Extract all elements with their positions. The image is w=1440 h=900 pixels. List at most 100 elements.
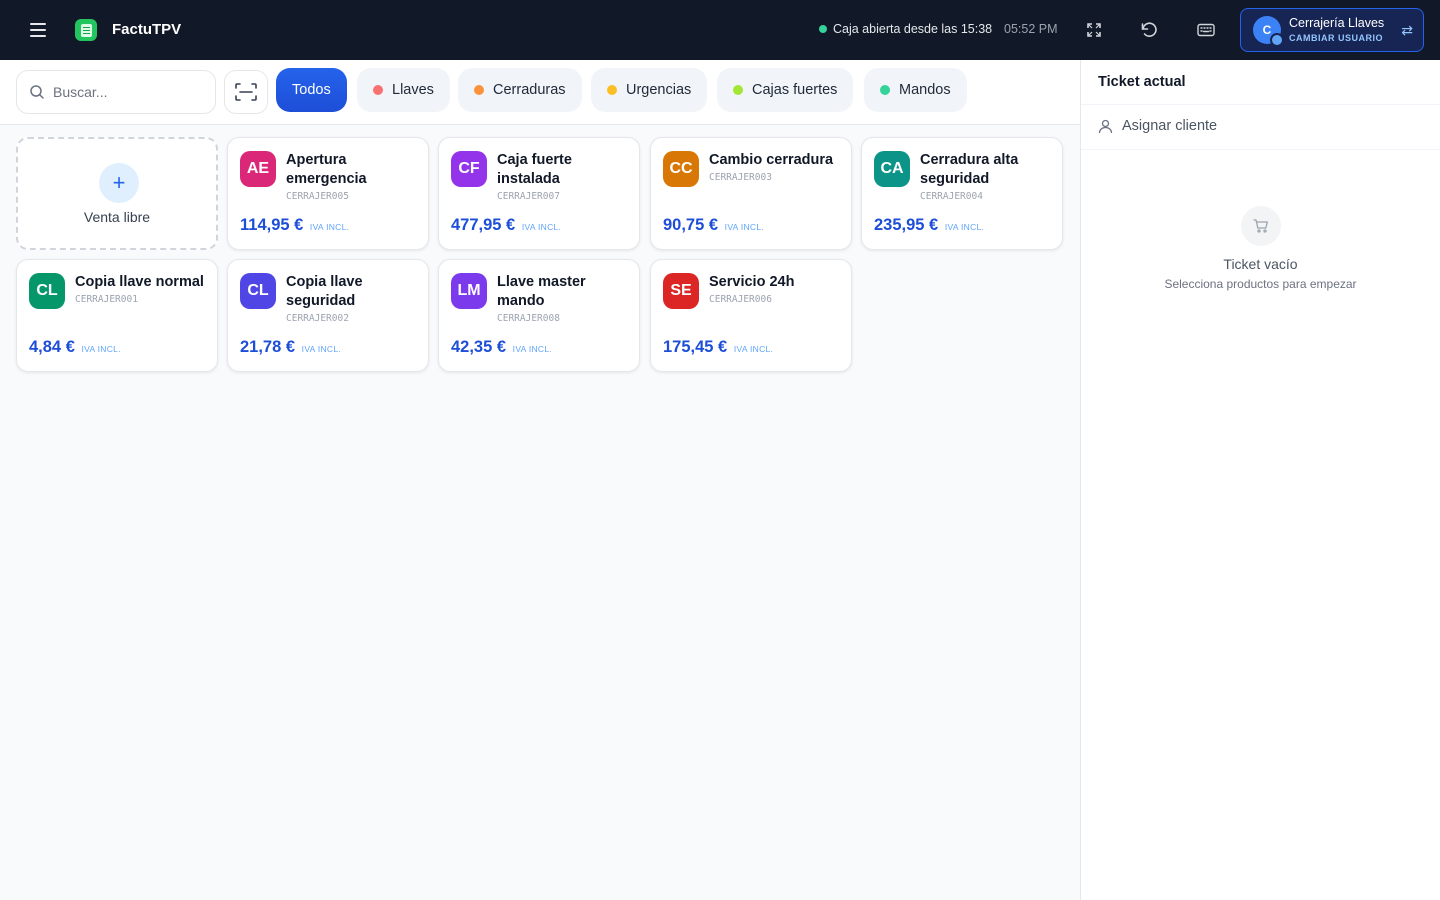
cash-status-text: Caja abierta desde las 15:38 [833, 22, 993, 36]
category-chip-mandos[interactable]: Mandos [864, 68, 967, 112]
divider [1081, 104, 1440, 105]
product-card[interactable]: SE Servicio 24h CERRAJER006 175,45 € IVA… [650, 259, 852, 372]
search-input[interactable] [53, 84, 203, 100]
product-price-block: 235,95 € IVA INCL. [874, 216, 984, 235]
product-sku: CERRAJER003 [709, 172, 772, 183]
category-label: Urgencias [626, 82, 692, 98]
product-sku: CERRAJER007 [497, 191, 560, 202]
product-sku: CERRAJER002 [286, 313, 349, 324]
product-price: 4,84 € [29, 338, 75, 356]
product-card[interactable]: AE Apertura emergencia CERRAJER005 114,9… [227, 137, 429, 250]
product-sku: CERRAJER008 [497, 313, 560, 324]
category-chip-cerraduras[interactable]: Cerraduras [458, 68, 582, 112]
product-name: Cambio cerradura [709, 152, 834, 168]
cart-icon [1241, 206, 1281, 246]
iva-label: IVA INCL. [301, 344, 342, 354]
category-label: Todos [292, 82, 331, 98]
user-icon [1098, 119, 1113, 133]
iva-label: IVA INCL. [521, 222, 562, 232]
product-card[interactable]: CC Cambio cerradura CERRAJER003 90,75 € … [650, 137, 852, 250]
product-card[interactable]: CL Copia llave seguridad CERRAJER002 21,… [227, 259, 429, 372]
category-chip-llaves[interactable]: Llaves [357, 68, 450, 112]
switch-user-label: CAMBIAR USUARIO [1289, 33, 1383, 43]
product-price: 90,75 € [663, 216, 719, 234]
product-price-block: 477,95 € IVA INCL. [451, 216, 561, 235]
ticket-title: Ticket actual [1098, 74, 1186, 90]
product-sku: CERRAJER006 [709, 294, 772, 305]
product-badge: CL [29, 273, 65, 309]
product-name-block: Cerradura alta seguridad CERRAJER004 [920, 151, 1056, 204]
product-name: Servicio 24h [709, 274, 795, 290]
iva-label: IVA INCL. [944, 222, 985, 232]
assign-customer-button[interactable]: Asignar cliente [1098, 118, 1217, 134]
clock: 05:52 PM [1004, 22, 1058, 36]
product-name: Llave master mando [497, 274, 586, 309]
menu-icon[interactable] [26, 18, 50, 42]
product-sku: CERRAJER001 [75, 294, 138, 305]
swap-icon: ⇄ [1401, 22, 1413, 38]
scan-icon [235, 83, 257, 101]
product-name: Copia llave seguridad [286, 274, 363, 309]
assign-customer-label: Asignar cliente [1122, 118, 1218, 134]
product-price: 42,35 € [451, 338, 507, 356]
product-sku: CERRAJER004 [920, 191, 983, 202]
category-dot [474, 85, 484, 95]
app-name: FactuTPV [112, 21, 182, 38]
product-card[interactable]: LM Llave master mando CERRAJER008 42,35 … [438, 259, 640, 372]
empty-ticket-title: Ticket vacío [1223, 256, 1298, 272]
category-dot [733, 85, 743, 95]
search-box [16, 70, 216, 114]
user-switcher[interactable]: C Cerrajería Llaves CAMBIAR USUARIO ⇄ [1240, 8, 1424, 52]
category-dot [373, 85, 383, 95]
free-sale-label: Venta libre [83, 209, 151, 225]
product-price: 114,95 € [240, 216, 304, 234]
free-sale-card[interactable]: + Venta libre [16, 137, 218, 250]
product-card[interactable]: CF Caja fuerte instalada CERRAJER007 477… [438, 137, 640, 250]
category-label: Mandos [899, 82, 951, 98]
product-badge: CA [874, 151, 910, 187]
avatar: C [1253, 16, 1284, 47]
status-dot [819, 25, 827, 33]
product-price-block: 175,45 € IVA INCL. [663, 338, 773, 357]
product-name: Apertura emergencia [286, 152, 367, 187]
product-badge: CL [240, 273, 276, 309]
category-label: Llaves [392, 82, 434, 98]
product-card[interactable]: CL Copia llave normal CERRAJER001 4,84 €… [16, 259, 218, 372]
product-name-block: Llave master mando CERRAJER008 [497, 273, 633, 326]
filter-bar: Todos Llaves Cerraduras Urgencias Cajas … [0, 60, 1080, 125]
keyboard-icon[interactable] [1194, 18, 1218, 42]
product-badge: LM [451, 273, 487, 309]
search-icon [30, 85, 44, 99]
product-name: Caja fuerte instalada [497, 152, 572, 187]
product-badge: CF [451, 151, 487, 187]
logo-icon [75, 19, 97, 41]
category-chip-todos[interactable]: Todos [276, 68, 347, 112]
barcode-scan-button[interactable] [224, 70, 268, 114]
product-price: 21,78 € [240, 338, 296, 356]
category-chip-cajas-fuertes[interactable]: Cajas fuertes [717, 68, 854, 112]
product-badge: SE [663, 273, 699, 309]
product-name: Copia llave normal [75, 274, 204, 290]
empty-ticket-subtitle: Selecciona productos para empezar [1164, 277, 1357, 291]
cash-status: Caja abierta desde las 15:38 [819, 22, 992, 36]
category-label: Cerraduras [493, 82, 566, 98]
product-name-block: Servicio 24h CERRAJER006 [709, 273, 845, 307]
product-price: 235,95 € [874, 216, 939, 234]
category-chip-urgencias[interactable]: Urgencias [591, 68, 708, 112]
iva-label: IVA INCL. [733, 344, 774, 354]
product-card[interactable]: CA Cerradura alta seguridad CERRAJER004 … [861, 137, 1063, 250]
user-name: Cerrajería Llaves [1289, 16, 1385, 30]
divider [1081, 149, 1440, 150]
fullscreen-icon[interactable] [1082, 18, 1106, 42]
iva-label: IVA INCL. [724, 222, 765, 232]
product-price-block: 4,84 € IVA INCL. [29, 338, 121, 357]
refresh-icon[interactable] [1137, 18, 1161, 42]
product-name-block: Caja fuerte instalada CERRAJER007 [497, 151, 633, 204]
category-label: Cajas fuertes [752, 82, 838, 98]
product-name-block: Copia llave normal CERRAJER001 [75, 273, 211, 307]
swap-badge-icon [1270, 33, 1284, 47]
product-price-block: 21,78 € IVA INCL. [240, 338, 341, 357]
product-sku: CERRAJER005 [286, 191, 349, 202]
product-badge: AE [240, 151, 276, 187]
product-price: 175,45 € [663, 338, 728, 356]
